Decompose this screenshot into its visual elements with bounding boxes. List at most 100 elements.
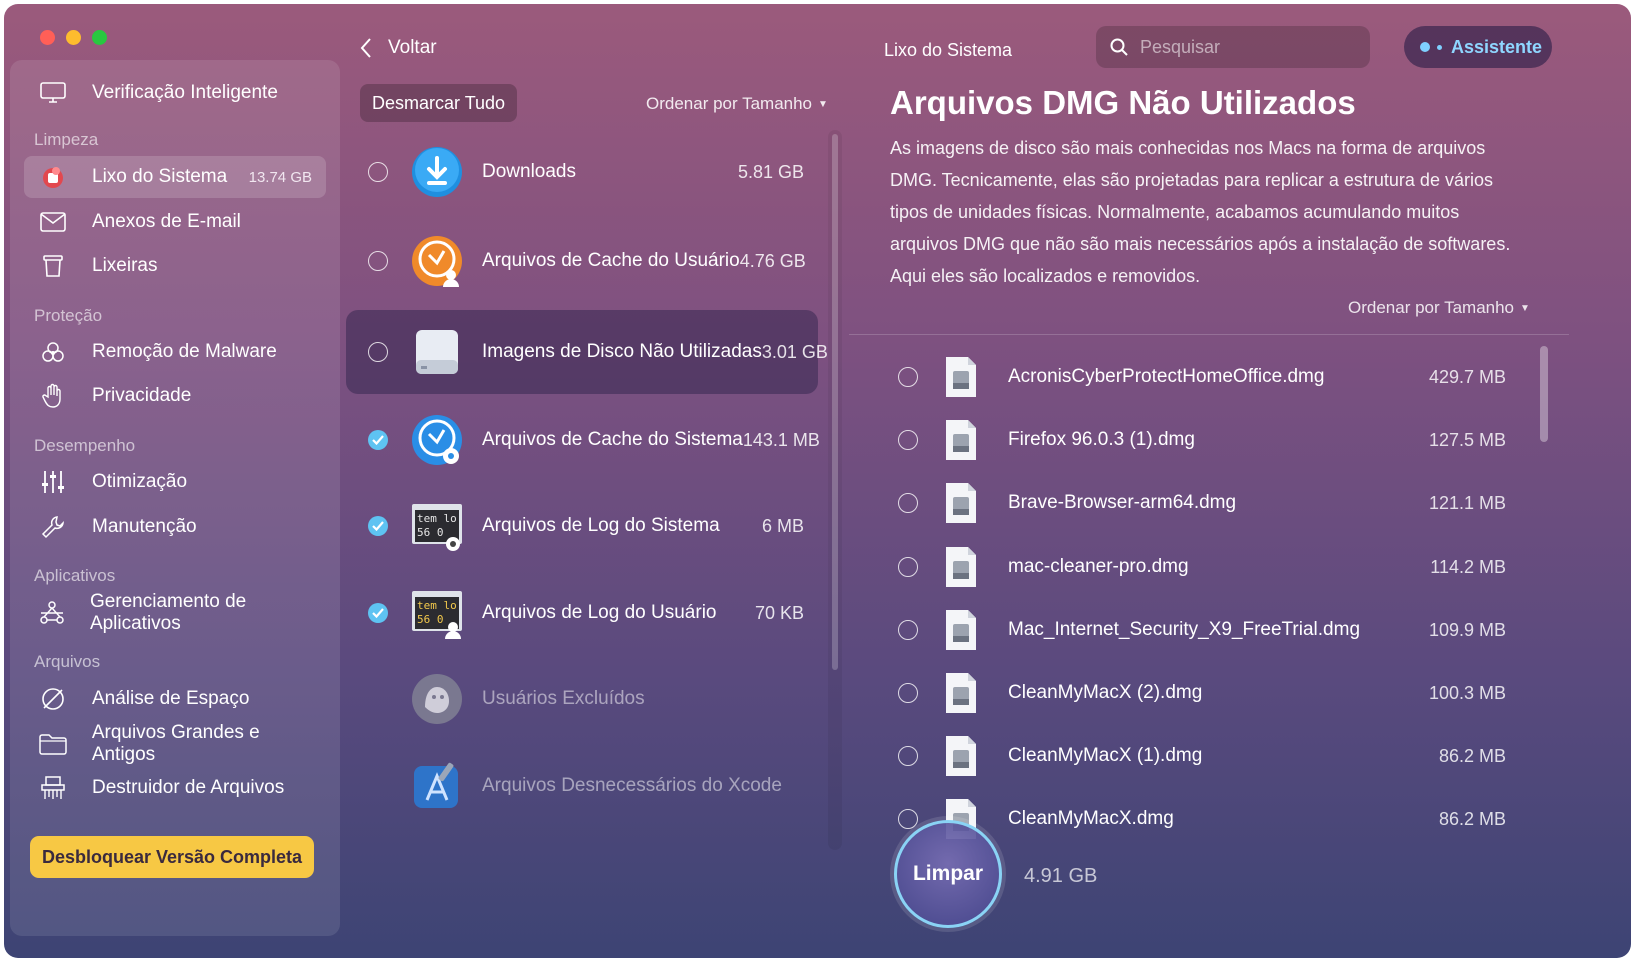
category-checkbox[interactable] (368, 342, 388, 362)
category-row-xcode-junk[interactable]: Arquivos Desnecessários do Xcode (346, 744, 818, 828)
category-size: 4.76 GB (739, 250, 806, 271)
sidebar-item-system-junk[interactable]: Lixo do Sistema 13.74 GB (24, 156, 326, 198)
category-row-deleted-users[interactable]: Usuários Excluídos (346, 657, 818, 741)
back-label: Voltar (388, 37, 437, 58)
disk-image-icon (410, 325, 464, 379)
file-row[interactable]: CleanMyMacX (1).dmg 86.2 MB (894, 731, 1506, 781)
sidebar-item-label: Manutenção (92, 516, 197, 537)
sidebar-item-label: Otimização (92, 471, 188, 492)
category-row-system-cache[interactable]: Arquivos de Cache do Sistema 143.1 MB (346, 398, 820, 482)
sidebar-item-app-management[interactable]: Gerenciamento de Aplicativos (24, 591, 326, 634)
sidebar-item-optimization[interactable]: Otimização (24, 461, 326, 503)
minimize-window-button[interactable] (66, 30, 81, 45)
assistant-button[interactable]: Assistente (1404, 26, 1552, 68)
sidebar-item-trash-bins[interactable]: Lixeiras (24, 245, 326, 287)
category-row-user-cache[interactable]: Arquivos de Cache do Usuário 4.76 GB (346, 219, 818, 303)
section-title-applications: Aplicativos (34, 566, 116, 585)
sidebar-item-smart-scan[interactable]: Verificação Inteligente (24, 72, 326, 114)
file-size: 114.2 MB (1430, 556, 1506, 577)
category-label: Arquivos de Cache do Usuário (482, 250, 740, 271)
download-icon (410, 145, 464, 199)
file-list-scrollbar[interactable] (1540, 346, 1548, 442)
dmg-file-icon (946, 357, 976, 397)
close-window-button[interactable] (40, 30, 55, 45)
checkmark-icon (372, 608, 384, 618)
category-label: Arquivos de Cache do Sistema (482, 429, 743, 450)
sidebar-item-label: Gerenciamento de Aplicativos (89, 591, 247, 634)
file-checkbox[interactable] (898, 809, 918, 829)
file-checkbox[interactable] (898, 430, 918, 450)
category-row-downloads[interactable]: Downloads 5.81 GB (346, 130, 818, 214)
file-row[interactable]: mac-cleaner-pro.dmg 114.2 MB (894, 542, 1506, 592)
category-list-scrollbar[interactable] (832, 134, 838, 670)
deleted-users-icon (410, 672, 464, 726)
category-checkbox-checked[interactable] (368, 603, 388, 623)
file-size: 100.3 MB (1428, 682, 1506, 703)
sidebar-item-privacy[interactable]: Privacidade (24, 375, 326, 417)
sidebar-item-space-lens[interactable]: Análise de Espaço (24, 678, 326, 720)
file-row[interactable]: AcronisCyberProtectHomeOffice.dmg 429.7 M… (894, 352, 1506, 402)
folder-icon (36, 729, 70, 759)
user-log-icon: tem lo 56 0 (410, 586, 464, 640)
file-checkbox[interactable] (898, 557, 918, 577)
category-row-system-log[interactable]: tem lo 56 0 Arquivos de Log do Sistema 6 … (346, 484, 818, 568)
sidebar-item-label: Destruidor de Arquivos (92, 777, 285, 798)
category-checkbox-checked[interactable] (368, 430, 388, 450)
sidebar-item-label: Remoção de Malware (92, 341, 277, 362)
sort-dropdown[interactable]: Ordenar por Tamanho ▼ (646, 94, 828, 114)
category-row-disk-images[interactable]: Imagens de Disco Não Utilizadas 3.01 GB (346, 310, 828, 394)
sidebar-item-shredder[interactable]: Destruidor de Arquivos (24, 767, 326, 809)
file-checkbox[interactable] (898, 367, 918, 387)
category-row-user-log[interactable]: tem lo 56 0 Arquivos de Log do Usuário 70… (346, 571, 818, 655)
zoom-window-button[interactable] (92, 30, 107, 45)
category-checkbox[interactable] (368, 251, 388, 271)
dmg-file-icon (946, 420, 976, 460)
section-description: As imagens de disco são mais conhecidas … (890, 138, 1511, 286)
dmg-file-icon (946, 547, 976, 587)
unlock-full-version-button[interactable]: Desbloquear Versão Completa (30, 836, 314, 878)
file-checkbox[interactable] (898, 746, 918, 766)
checkmark-icon (372, 435, 384, 445)
sidebar-item-mail-attachments[interactable]: Anexos de E-mail (24, 201, 326, 243)
log-icon-line-1: tem lo (417, 512, 457, 525)
file-name: AcronisCyberProtectHomeOffice.dmg (1008, 366, 1325, 387)
category-checkbox[interactable] (368, 162, 388, 182)
dmg-file-icon (946, 673, 976, 713)
clean-button[interactable]: Limpar (894, 820, 1002, 928)
file-size: 121.1 MB (1428, 492, 1506, 513)
file-checkbox[interactable] (898, 493, 918, 513)
file-name: Firefox 96.0.3 (1).dmg (1008, 429, 1195, 450)
file-name: CleanMyMacX (1).dmg (1008, 745, 1203, 766)
sidebar-item-large-old-files[interactable]: Arquivos Grandes e Antigos (24, 722, 326, 765)
xcode-icon (410, 759, 464, 813)
category-checkbox-checked[interactable] (368, 516, 388, 536)
file-checkbox[interactable] (898, 620, 918, 640)
file-checkbox[interactable] (898, 683, 918, 703)
file-name: CleanMyMacX.dmg (1008, 808, 1174, 829)
file-size: 429.7 MB (1428, 366, 1506, 387)
search-input[interactable]: Pesquisar (1096, 26, 1370, 68)
file-row[interactable]: Mac_Internet_Security_X9_FreeTrial.dmg 10… (894, 605, 1506, 655)
sort-label: Ordenar por Tamanho (646, 94, 813, 113)
back-button[interactable]: Voltar (360, 37, 437, 59)
section-title-performance: Desempenho (34, 436, 136, 455)
sidebar-item-label: Lixo do Sistema (92, 166, 228, 187)
wrench-icon (36, 512, 70, 542)
file-row[interactable]: Brave-Browser-arm64.dmg 121.1 MB (894, 478, 1506, 528)
file-row[interactable]: CleanMyMacX (2).dmg 100.3 MB (894, 668, 1506, 718)
shredder-icon (36, 773, 70, 803)
file-name: CleanMyMacX (2).dmg (1008, 682, 1203, 703)
category-label: Arquivos de Log do Sistema (482, 515, 720, 536)
space-lens-icon (36, 684, 70, 714)
deselect-all-button[interactable]: Desmarcar Tudo (360, 84, 518, 122)
search-placeholder: Pesquisar (1140, 36, 1221, 57)
clean-total-size: 4.91 GB (1024, 865, 1098, 887)
caret-down-icon: ▼ (818, 99, 828, 110)
file-name: Mac_Internet_Security_X9_FreeTrial.dmg (1008, 619, 1361, 640)
biohazard-icon (36, 337, 70, 367)
sidebar-item-maintenance[interactable]: Manutenção (24, 506, 326, 548)
category-size: 5.81 GB (737, 161, 804, 182)
file-row[interactable]: Firefox 96.0.3 (1).dmg 127.5 MB (894, 415, 1506, 465)
sidebar-item-malware-removal[interactable]: Remoção de Malware (24, 331, 326, 373)
file-sort-dropdown[interactable]: Ordenar por Tamanho ▼ (1348, 298, 1530, 318)
